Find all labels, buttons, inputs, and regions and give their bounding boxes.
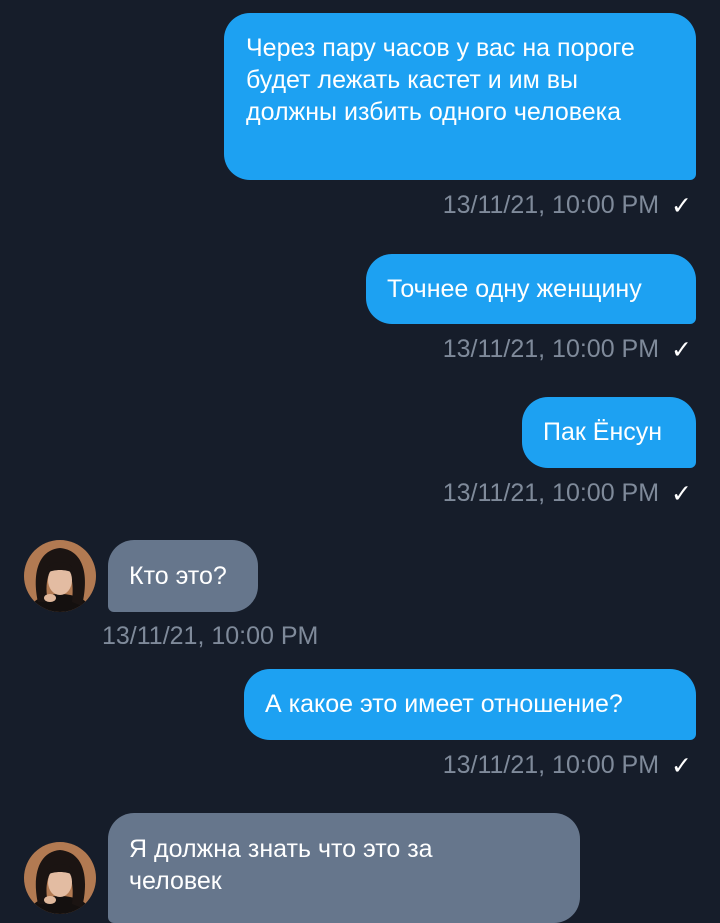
message-meta: 13/11/21, 10:00 PM ✓ (443, 750, 692, 781)
sent-check-icon: ✓ (671, 192, 692, 221)
message-text: Пак Ёнсун (543, 418, 663, 446)
avatar-image (24, 540, 96, 612)
message-bubble-outgoing[interactable]: Пак Ёнсун (522, 397, 696, 468)
sent-check-icon: ✓ (671, 752, 692, 781)
message-text: Точнее одну женщину (387, 275, 642, 303)
message-meta: 13/11/21, 10:00 PM (102, 621, 318, 651)
message-timestamp: 13/11/21, 10:00 PM (442, 191, 660, 219)
message-text: Я должна знать что это за человек (129, 835, 433, 895)
message-timestamp: 13/11/21, 10:00 PM (442, 479, 660, 507)
message-bubble-outgoing[interactable]: Через пару часов у вас на пороге будет л… (224, 13, 696, 180)
message-bubble-outgoing[interactable]: Точнее одну женщину (366, 254, 696, 324)
message-bubble-incoming[interactable]: Кто это? (108, 540, 258, 612)
message-timestamp: 13/11/21, 10:00 PM (442, 751, 660, 779)
sent-check-icon: ✓ (671, 480, 692, 509)
sent-check-icon: ✓ (671, 336, 692, 365)
message-meta: 13/11/21, 10:00 PM ✓ (443, 478, 692, 509)
message-meta: 13/11/21, 10:00 PM ✓ (443, 190, 692, 221)
avatar[interactable] (24, 842, 96, 914)
message-text: А какое это имеет отношение? (265, 690, 623, 718)
message-text: Через пару часов у вас на пороге будет л… (246, 34, 635, 126)
message-meta: 13/11/21, 10:00 PM ✓ (443, 334, 692, 365)
message-timestamp: 13/11/21, 10:00 PM (102, 622, 319, 650)
message-text: Кто это? (129, 562, 227, 590)
message-bubble-incoming[interactable]: Я должна знать что это за человек (108, 813, 580, 923)
avatar-image (24, 842, 96, 914)
message-timestamp: 13/11/21, 10:00 PM (442, 335, 660, 363)
avatar[interactable] (24, 540, 96, 612)
message-bubble-outgoing[interactable]: А какое это имеет отношение? (244, 669, 696, 740)
